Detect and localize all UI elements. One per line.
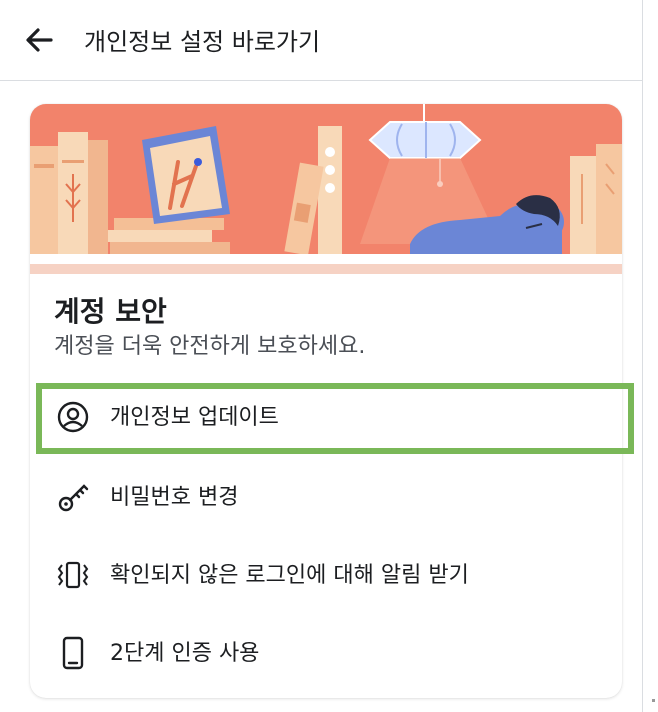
section-title: 계정 보안 [54,295,167,328]
arrow-left-icon[interactable] [24,25,54,55]
menu-item-label: 확인되지 않은 로그인에 대해 알림 받기 [110,563,469,588]
key-icon [58,484,89,512]
section-subtitle: 계정을 더욱 안전하게 보호하세요. [54,334,366,359]
menu-item-two-factor[interactable]: 2단계 인증 사용 [30,622,622,686]
banner-illustration [30,104,622,274]
menu-item-label: 비밀번호 변경 [110,485,239,510]
menu-item-label: 개인정보 업데이트 [110,405,279,430]
menu-item-login-alerts[interactable]: 확인되지 않은 로그인에 대해 알림 받기 [30,544,622,608]
user-circle-icon [57,401,89,433]
menu-item-update-info[interactable]: 개인정보 업데이트 [30,386,622,450]
phone-vibrate-icon [57,561,89,589]
account-security-card: 계정 보안 계정을 더욱 안전하게 보호하세요. 개인정보 업데이트 비밀번호 … [30,104,622,698]
menu-item-change-password[interactable]: 비밀번호 변경 [30,466,622,530]
corner-mark [652,699,655,702]
smartphone-icon [62,636,84,670]
top-header: 개인정보 설정 바로가기 [0,0,642,81]
page-title: 개인정보 설정 바로가기 [84,28,321,56]
right-divider [642,0,643,712]
menu-item-label: 2단계 인증 사용 [110,641,260,666]
